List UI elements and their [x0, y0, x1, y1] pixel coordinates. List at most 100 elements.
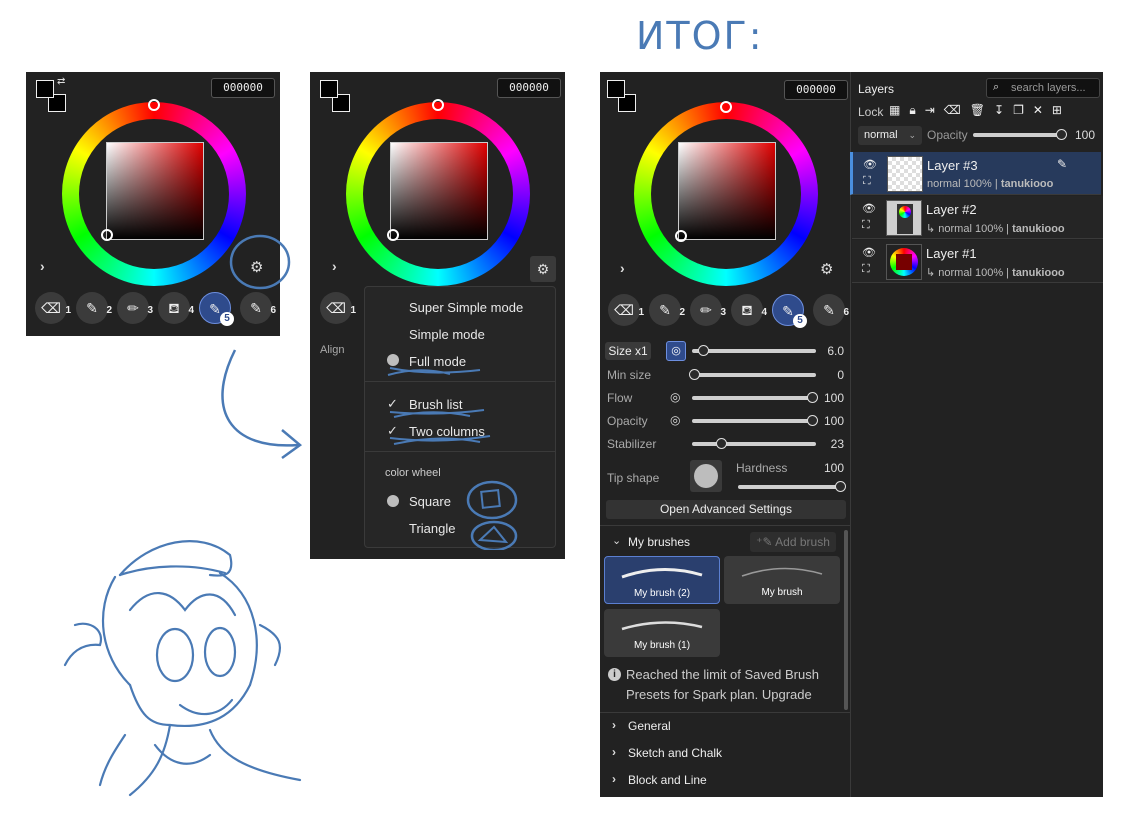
menu-item-super-simple[interactable]: Super Simple mode	[409, 300, 523, 315]
lock-transparency-icon[interactable]: ▦	[889, 103, 909, 117]
tip-shape-label: Tip shape	[607, 471, 660, 485]
hue-knob[interactable]	[720, 101, 732, 113]
clear-icon[interactable]: ✕	[1033, 103, 1052, 117]
color-knob[interactable]	[101, 229, 113, 241]
hardness-label: Hardness	[736, 461, 788, 475]
limit-notice-line1: Reached the limit of Saved Brush	[626, 667, 819, 682]
category-block-line[interactable]: Block and Line	[628, 773, 707, 787]
tool-brush-6[interactable]: ✎ 6	[813, 294, 849, 326]
layer-row[interactable]: 👁︎ ⛶ Layer #1 ↳ normal 100% | tanukiooo	[852, 240, 1103, 283]
layer-row[interactable]: 👁︎ ⛶ Layer #3 ✎ normal 100% | tanukiooo	[850, 152, 1101, 195]
tool-eraser[interactable]: ⌫ 1	[35, 292, 71, 324]
brush-plus-icon: ⁺✎	[756, 535, 773, 549]
lock-icon[interactable]: 🔒︎	[909, 103, 924, 117]
hex-input[interactable]: 000000	[497, 78, 561, 98]
lock-alpha-icon[interactable]: ⛶	[862, 219, 870, 232]
open-advanced-settings-button[interactable]: Open Advanced Settings	[606, 500, 846, 519]
brush-preset-card[interactable]: My brush	[724, 556, 840, 604]
slider-track[interactable]	[692, 396, 816, 400]
eye-icon[interactable]: 👁︎	[863, 158, 877, 171]
foreground-color-swatch[interactable]	[607, 80, 625, 98]
hex-input[interactable]: 000000	[784, 80, 848, 100]
slider-track[interactable]	[692, 442, 816, 446]
tool-eraser[interactable]: ⌫ 1	[320, 292, 356, 324]
size-slider-thumb[interactable]	[698, 345, 709, 356]
tool-pencil[interactable]: ✏ 3	[690, 294, 726, 326]
gear-icon[interactable]: ⚙	[820, 260, 833, 278]
tool-brush-5[interactable]: ✎ 5	[199, 292, 234, 326]
size-slider[interactable]	[692, 349, 816, 353]
merge-down-icon[interactable]: ↧	[994, 103, 1013, 117]
chevron-right-icon[interactable]: ›	[612, 745, 616, 759]
brush-stroke-preview	[741, 567, 823, 577]
trash-icon[interactable]: 🗑︎	[970, 103, 994, 117]
color-knob[interactable]	[675, 230, 687, 242]
brush-preset-card[interactable]: My brush (2)	[604, 556, 720, 604]
color-knob[interactable]	[387, 229, 399, 241]
category-sketch-chalk[interactable]: Sketch and Chalk	[628, 746, 722, 760]
menu-item-simple[interactable]: Simple mode	[409, 327, 485, 342]
size-multiplier-button[interactable]: Size x1	[605, 342, 651, 360]
add-layer-icon[interactable]: ⊞	[1052, 103, 1071, 117]
tip-shape-preview[interactable]	[690, 460, 722, 492]
pressure-icon[interactable]: ◎	[670, 413, 680, 427]
tool-pencil[interactable]: ✏ 3	[117, 292, 153, 324]
swap-colors-icon[interactable]: ⇄	[57, 76, 65, 87]
gear-button[interactable]: ⚙	[530, 256, 556, 282]
ink-circle-annotation	[229, 234, 291, 290]
slider-value: 23	[830, 437, 844, 451]
hardness-slider-thumb[interactable]	[835, 481, 846, 492]
layer-opacity-slider[interactable]	[973, 133, 1061, 137]
saturation-square[interactable]	[106, 142, 204, 240]
eye-icon[interactable]: 👁︎	[862, 246, 876, 259]
layer-row[interactable]: 👁︎ ⛶ Layer #2 ↳ normal 100% | tanukiooo	[852, 196, 1103, 239]
ink-underline-annotations	[387, 367, 518, 550]
duplicate-icon[interactable]: ❐	[1013, 103, 1033, 117]
hardness-slider[interactable]	[738, 485, 842, 489]
hue-knob[interactable]	[432, 99, 444, 111]
foreground-color-swatch[interactable]	[320, 80, 338, 98]
slider-thumb[interactable]	[716, 438, 728, 449]
tool-brush-6[interactable]: ✎ 6	[240, 292, 276, 324]
pressure-icon[interactable]: ◎	[670, 390, 680, 404]
chevron-right-icon[interactable]: ›	[612, 718, 616, 732]
eraser-icon[interactable]: ⌫	[944, 103, 970, 117]
opacity-label: Opacity	[927, 128, 968, 142]
eye-icon[interactable]: 👁︎	[862, 202, 876, 215]
hue-knob[interactable]	[148, 99, 160, 111]
chevron-down-icon[interactable]: ⌄	[612, 534, 621, 547]
add-brush-button[interactable]: ⁺✎ Add brush	[750, 532, 836, 552]
scrollbar[interactable]	[844, 530, 848, 710]
tool-fill[interactable]: ⛾ 4	[158, 292, 194, 324]
slider-track[interactable]	[692, 373, 816, 377]
chevron-right-icon[interactable]: ›	[612, 772, 616, 786]
category-general[interactable]: General	[628, 719, 671, 733]
tool-fill[interactable]: ⛾ 4	[731, 294, 767, 326]
blend-mode-select[interactable]: normal ⌄	[858, 126, 922, 145]
saturation-square[interactable]	[390, 142, 488, 240]
lock-alpha-icon[interactable]: ⛶	[863, 175, 871, 188]
hardness-value: 100	[823, 461, 844, 475]
brush-preset-card[interactable]: My brush (1)	[604, 609, 720, 657]
limit-notice-line2: Presets for Spark plan. Upgrade	[626, 687, 812, 702]
search-layers-input[interactable]: ⌕ search layers...	[986, 78, 1100, 98]
slider-track[interactable]	[692, 419, 816, 423]
my-brushes-header[interactable]: My brushes	[628, 535, 690, 549]
hex-input[interactable]: 000000	[211, 78, 275, 98]
slider-label: Stabilizer	[607, 437, 657, 451]
expand-chevron-icon[interactable]: ›	[40, 258, 45, 274]
slider-label: Flow	[607, 391, 633, 405]
tool-brush-2[interactable]: ✎ 2	[649, 294, 685, 326]
export-icon[interactable]: ⇥	[925, 103, 944, 117]
saturation-square[interactable]	[678, 142, 776, 240]
foreground-color-swatch[interactable]	[36, 80, 54, 98]
pressure-toggle[interactable]: ◎	[666, 341, 686, 361]
expand-chevron-icon[interactable]: ›	[332, 258, 337, 274]
expand-chevron-icon[interactable]: ›	[620, 260, 625, 276]
tool-brush-2[interactable]: ✎ 2	[76, 292, 112, 324]
layers-title: Layers	[858, 82, 895, 96]
lock-alpha-icon[interactable]: ⛶	[862, 263, 870, 276]
slider-thumb[interactable]	[689, 369, 700, 380]
tool-brush-5[interactable]: ✎ 5	[772, 294, 807, 328]
tool-eraser[interactable]: ⌫ 1	[608, 294, 644, 326]
